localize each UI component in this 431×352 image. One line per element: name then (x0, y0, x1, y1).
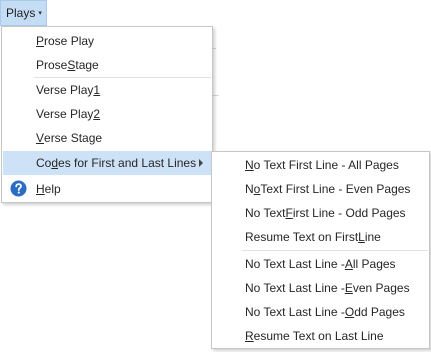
menu-item-verse-stage[interactable]: Verse Stage (3, 126, 211, 150)
submenu-item-no-text-first-odd[interactable]: No Text First Line - Odd Pages (213, 201, 428, 225)
menu-item-verse-play-1[interactable]: Verse Play 1 (3, 78, 211, 102)
item-text: Text First Line - Even Pages (260, 182, 411, 196)
plays-menu-label: Plays (6, 6, 36, 20)
item-text: irst Line - Odd Pages (292, 206, 406, 220)
access-key: E (344, 281, 353, 295)
plays-dropdown-menu: Prose Play Prose Stage Verse Play 1 Vers… (1, 26, 213, 203)
codes-submenu: No Text First Line - All Pages No Text F… (211, 151, 430, 349)
item-text: dd Pages (354, 305, 405, 319)
access-key: F (285, 206, 293, 220)
item-text: ll Pages (352, 257, 396, 271)
access-key: N (245, 158, 254, 172)
item-text: No Text Last Line - (245, 281, 345, 295)
submenu-item-no-text-first-even[interactable]: No Text First Line - Even Pages (213, 177, 428, 201)
access-key: 2 (93, 107, 101, 121)
submenu-item-resume-last[interactable]: Resume Text on Last Line (213, 324, 428, 348)
access-key: A (344, 257, 353, 271)
item-text: tage (75, 58, 99, 72)
item-text: esume Text on Last Line (253, 329, 384, 343)
item-text: Verse Play (36, 107, 94, 121)
menu-item-prose-play[interactable]: Prose Play (3, 29, 211, 53)
item-text: Resume Text on First (245, 230, 359, 244)
access-key: 1 (93, 83, 101, 97)
item-text: o Text First Line - All Pages (253, 158, 399, 172)
background-divider (213, 95, 219, 96)
item-text: Co (36, 156, 52, 170)
menu-item-help[interactable]: Help (3, 177, 211, 201)
caret-down-icon: ▾ (38, 10, 42, 17)
item-text: No Text Last Line - (245, 305, 345, 319)
item-text: N (245, 182, 254, 196)
background-divider (213, 48, 216, 49)
item-text: elp (44, 182, 61, 196)
submenu-item-resume-first[interactable]: Resume Text on First Line (213, 225, 428, 249)
submenu-item-no-text-last-odd[interactable]: No Text Last Line - Odd Pages (213, 300, 428, 324)
item-text: ine (364, 230, 381, 244)
menu-item-verse-play-2[interactable]: Verse Play 2 (3, 102, 211, 126)
item-text: No Text Last Line - (245, 257, 345, 271)
help-icon (10, 180, 27, 197)
access-key: O (344, 305, 355, 319)
item-text: ven Pages (352, 281, 410, 295)
item-text: No Text (245, 206, 286, 220)
menu-item-prose-stage[interactable]: Prose Stage (3, 53, 211, 77)
access-key: P (36, 34, 45, 48)
submenu-item-no-text-first-all[interactable]: No Text First Line - All Pages (213, 153, 428, 177)
access-key: L (358, 230, 365, 244)
access-key: d (51, 156, 59, 170)
submenu-arrow-icon (199, 159, 203, 167)
item-text: Verse Play (36, 83, 94, 97)
access-key: R (245, 329, 254, 343)
menu-item-codes-first-last-lines[interactable]: Co d es for First and Last Lines (3, 151, 211, 175)
item-text: es for First and Last Lines (58, 156, 197, 170)
item-text: erse Stage (44, 131, 103, 145)
plays-menu-button[interactable]: Plays ▾ (0, 0, 47, 26)
menu-separator (242, 250, 428, 251)
access-key: o (253, 182, 261, 196)
access-key: S (67, 58, 76, 72)
submenu-item-no-text-last-all[interactable]: No Text Last Line - All Pages (213, 252, 428, 276)
item-text: Prose (36, 58, 68, 72)
submenu-item-no-text-last-even[interactable]: No Text Last Line - Even Pages (213, 276, 428, 300)
access-key: V (36, 131, 45, 145)
access-key: H (36, 182, 45, 196)
item-text: rose Play (44, 34, 95, 48)
